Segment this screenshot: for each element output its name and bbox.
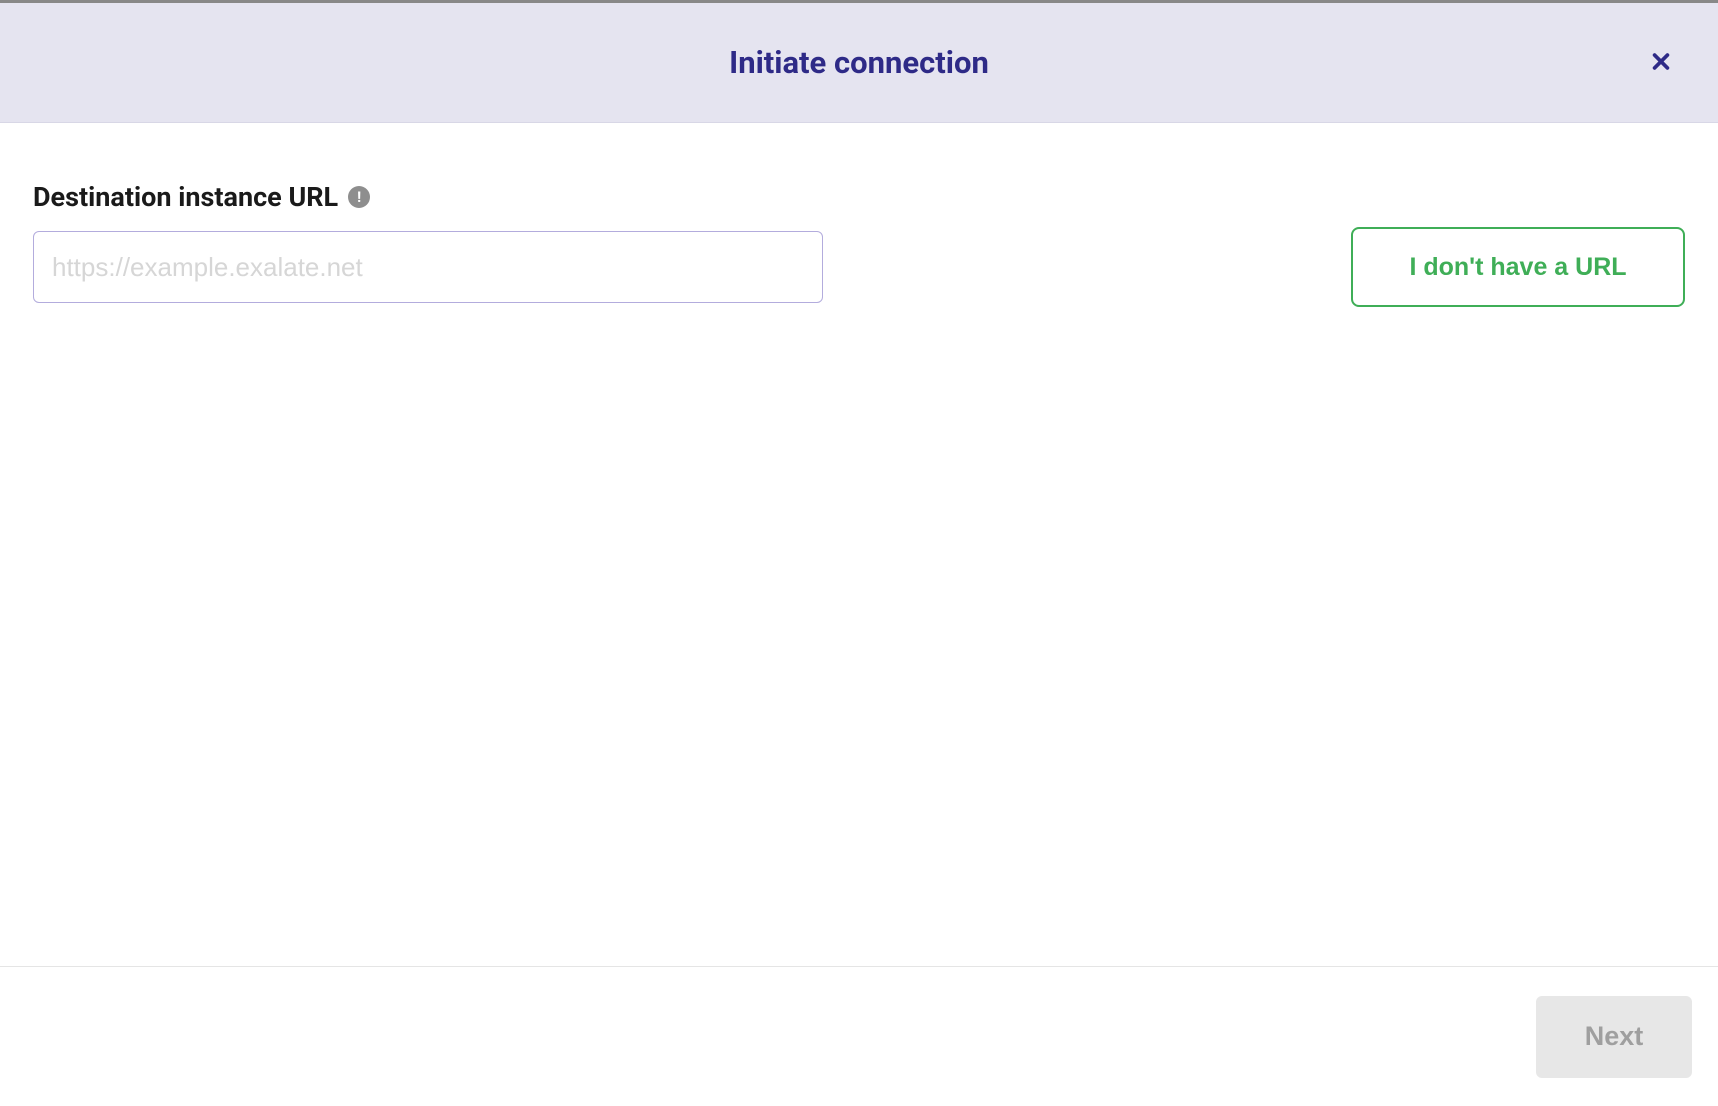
url-field-label: Destination instance URL — [33, 181, 338, 213]
destination-url-input[interactable] — [33, 231, 823, 303]
close-button[interactable] — [1642, 42, 1680, 83]
next-button[interactable]: Next — [1536, 996, 1692, 1078]
close-icon — [1650, 50, 1672, 75]
url-field-group: Destination instance URL ! — [33, 181, 823, 303]
no-url-button[interactable]: I don't have a URL — [1351, 227, 1685, 307]
info-icon[interactable]: ! — [348, 186, 370, 208]
modal-body: Destination instance URL ! I don't have … — [0, 123, 1718, 966]
form-row: Destination instance URL ! I don't have … — [33, 181, 1685, 307]
initiate-connection-modal: Initiate connection Destination instance… — [0, 0, 1718, 1106]
modal-title: Initiate connection — [729, 44, 989, 81]
modal-header: Initiate connection — [0, 3, 1718, 123]
field-label-row: Destination instance URL ! — [33, 181, 823, 213]
modal-footer: Next — [0, 966, 1718, 1106]
